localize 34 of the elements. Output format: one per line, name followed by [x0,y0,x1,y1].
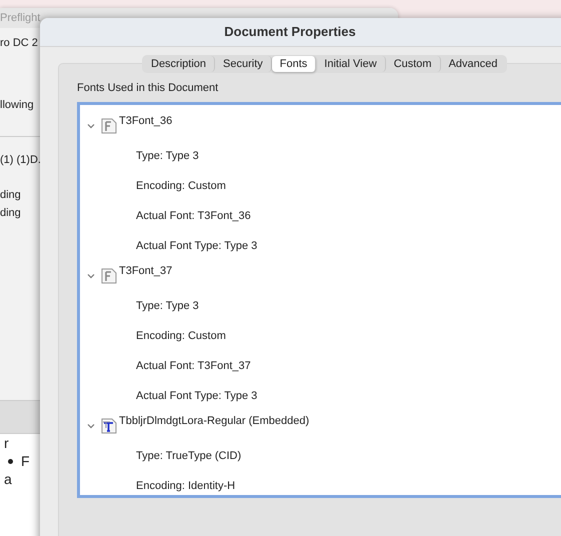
chevron-down-icon[interactable] [86,421,96,431]
font-file-icon [101,116,117,134]
tab[interactable]: Custom [386,56,441,72]
tree-item[interactable]: Type: Type 3 [136,300,199,312]
text-line: ding [0,207,21,219]
tree-item[interactable]: Encoding: Identity-H [136,480,236,492]
tree-item[interactable]: T3Font_36 [119,115,172,127]
text-line: r [4,434,9,452]
tree-item[interactable]: Encoding: Custom [136,180,226,192]
tab[interactable]: Fonts [272,56,316,72]
tree-item[interactable]: Encoding: Custom [136,330,226,342]
tree-item[interactable]: Type: Type 3 [136,150,199,162]
chevron-down-icon[interactable] [86,121,96,131]
tree-item[interactable]: Actual Font Type: Type 3 [136,390,258,402]
font-file-icon [101,266,117,284]
tree-item[interactable]: TbbljrDlmdgtLora-Regular (Embedded) [119,415,310,427]
text-line: ro DC 2 [0,37,38,49]
window-title: Document Properties [40,18,561,47]
tree-item[interactable]: T3Font_37 [119,265,172,277]
text-line: (1) (1)D. [0,154,41,166]
text-line: F [21,452,30,470]
tab[interactable]: Initial View [316,56,386,72]
tree-item[interactable]: Type: TrueType (CID) [136,450,242,462]
text-line: ding [0,189,21,201]
tab[interactable]: Advanced [440,56,506,72]
text-line: llowing [0,99,34,111]
chevron-down-icon[interactable] [86,271,96,281]
truetype-font-icon [101,416,117,434]
group-label: Fonts Used in this Document [77,82,220,94]
tree-item[interactable]: Actual Font: T3Font_37 [136,360,251,372]
tree-item[interactable]: Actual Font Type: Type 3 [136,240,258,252]
bullet-icon [8,458,13,464]
text-line: a [4,470,12,488]
tree-item[interactable]: Actual Font: T3Font_36 [136,210,251,222]
